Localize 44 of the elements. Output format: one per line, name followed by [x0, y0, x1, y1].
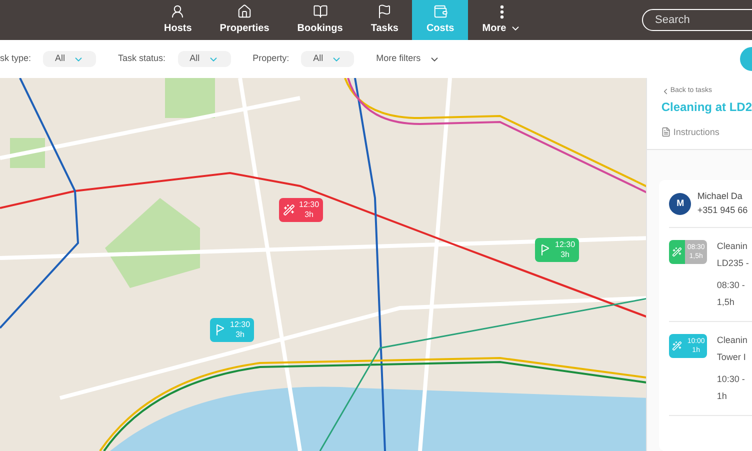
marker-duration: 3h	[560, 250, 570, 260]
marker-time: 12:30	[555, 240, 576, 250]
instructions-tab[interactable]: Instructions	[661, 126, 720, 139]
more-filters-button[interactable]: More filters	[376, 52, 440, 66]
task-title: Cleanin	[716, 240, 748, 253]
marker-duration: 3h	[236, 330, 244, 340]
wand-icon	[672, 247, 682, 257]
marker-time: 12:30	[230, 320, 250, 330]
document-icon	[661, 127, 672, 138]
task-marker[interactable]: 12:30 3h	[279, 198, 324, 222]
task-subtitle: LD235 -	[716, 256, 749, 270]
filter-dropdown[interactable]: All	[301, 51, 354, 67]
panel-title: Cleaning at LD2	[661, 98, 752, 116]
nav-tab[interactable]: Hosts	[150, 0, 206, 40]
filter-label: Task status:	[118, 52, 166, 66]
task-duration: 1,5h	[716, 296, 736, 308]
filter-label: sk type:	[0, 52, 32, 66]
nav-tab[interactable]: Tasks	[356, 0, 412, 40]
wallet-icon	[432, 4, 448, 19]
task-time-range: 08:30 -	[716, 279, 746, 292]
filter-label: Property:	[252, 52, 290, 66]
task-time-range: 10:30 -	[716, 373, 746, 386]
wand-icon	[283, 204, 295, 216]
contact-name: Michael Da	[697, 190, 744, 203]
vertical-dots-icon	[500, 4, 504, 18]
flag-icon	[214, 324, 226, 336]
search-field[interactable]: Search	[642, 9, 752, 31]
nav-tab[interactable]: Bookings	[283, 0, 357, 40]
filter-dropdown[interactable]: All	[178, 51, 231, 67]
flag-icon	[377, 4, 392, 19]
wand-icon	[672, 341, 682, 351]
marker-time: 12:30	[299, 200, 320, 210]
task-subtitle: Tower I	[716, 350, 747, 364]
nav-tab[interactable]: Properties	[206, 0, 284, 40]
filter-dropdown[interactable]: All	[43, 51, 96, 67]
task-duration: 1h	[716, 390, 728, 402]
contact-phone: +351 945 66	[697, 204, 748, 216]
task-title: Cleanin	[716, 334, 748, 347]
flag-icon	[539, 244, 551, 256]
marker-duration: 3h	[304, 210, 314, 220]
home-icon	[237, 4, 252, 19]
avatar: M	[669, 192, 692, 214]
book-icon	[312, 4, 328, 19]
nav-tab[interactable]: More	[468, 0, 536, 40]
